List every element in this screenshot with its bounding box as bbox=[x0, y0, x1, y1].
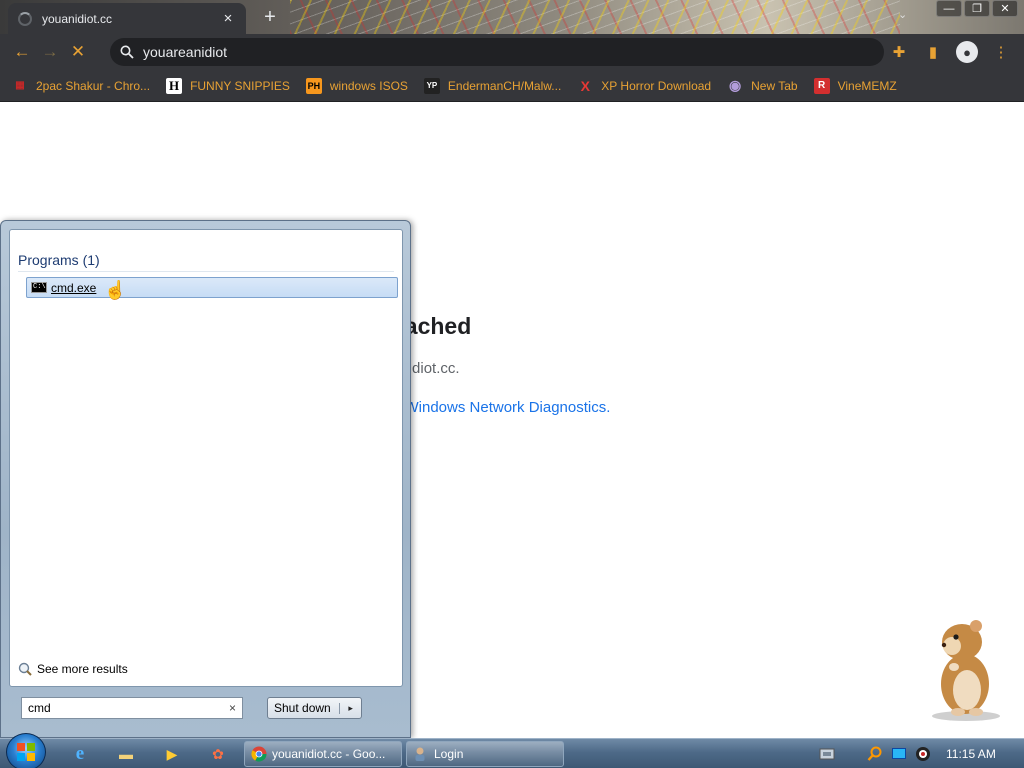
tab-title: youanidiot.cc bbox=[42, 11, 113, 26]
tray-app-icon[interactable] bbox=[914, 745, 932, 763]
minimize-button[interactable]: — bbox=[936, 0, 962, 17]
loading-spinner-icon bbox=[18, 11, 32, 26]
browser-titlebar: youanidiot.cc × + ⌄ — ❐ ✕ bbox=[0, 0, 1024, 34]
titlebar-theme-artwork bbox=[290, 0, 900, 34]
browser-tab[interactable]: youanidiot.cc × bbox=[8, 3, 246, 34]
windows-logo-icon bbox=[17, 743, 35, 761]
taskbar-item-label: youanidiot.cc - Goo... bbox=[272, 747, 386, 761]
bookmark-label: New Tab bbox=[751, 78, 798, 93]
taskbar-item-label: Login bbox=[434, 747, 464, 761]
program-result-cmd[interactable]: C:\ cmd.exe bbox=[26, 277, 398, 298]
hand-cursor-icon: ☝ bbox=[104, 280, 127, 300]
start-menu: Programs (1) C:\ cmd.exe ☝ See more resu… bbox=[0, 220, 411, 738]
shutdown-button[interactable]: Shut down ▸ bbox=[267, 697, 362, 719]
taskbar-item-chrome[interactable]: youanidiot.cc - Goo... bbox=[244, 741, 402, 767]
bookmark-label: 2pac Shakur - Chro... bbox=[36, 78, 151, 93]
forward-button[interactable]: → bbox=[36, 42, 64, 62]
game-app-icon[interactable]: ✿ bbox=[206, 742, 230, 766]
back-button[interactable]: ← bbox=[8, 42, 36, 62]
taskbar-item-login[interactable]: Login bbox=[406, 741, 564, 767]
login-icon bbox=[415, 747, 425, 761]
close-window-button[interactable]: ✕ bbox=[992, 0, 1018, 17]
yp-icon: YP bbox=[423, 77, 440, 94]
media-player-icon[interactable]: ▶ bbox=[160, 742, 184, 766]
tab-close-icon[interactable]: × bbox=[220, 10, 236, 27]
file-explorer-icon[interactable]: ▬ bbox=[114, 742, 138, 766]
hamster-mascot-icon bbox=[932, 620, 1000, 721]
tray-search-icon[interactable] bbox=[866, 745, 884, 763]
toolbar-actions: ✚ ▮ ● ⋮ bbox=[888, 41, 1012, 63]
tray-network-icon[interactable] bbox=[818, 745, 836, 763]
extensions-puzzle-icon[interactable]: ✚ bbox=[888, 41, 910, 63]
tab-search-chevron-icon[interactable]: ⌄ bbox=[898, 8, 907, 21]
bookmark-2pac[interactable]: ▦ 2pac Shakur - Chro... bbox=[12, 78, 150, 94]
address-bar[interactable] bbox=[110, 38, 884, 66]
gift-icon: ▦ bbox=[15, 80, 25, 91]
bookmark-endermanch[interactable]: YP EndermanCH/Malw... bbox=[423, 77, 562, 94]
programs-section-header: Programs (1) bbox=[18, 252, 394, 272]
taskbar-clock[interactable]: 11:15 AM bbox=[946, 747, 996, 761]
ph-icon: PH bbox=[305, 77, 322, 94]
browser-toolbar: ← → ✕ ✚ ▮ ● ⋮ bbox=[0, 34, 1024, 70]
bookmark-windows-isos[interactable]: PH windows ISOS bbox=[305, 77, 408, 94]
bookmark-label: windows ISOS bbox=[329, 78, 408, 93]
shutdown-options-arrow-icon[interactable]: ▸ bbox=[339, 702, 361, 714]
bookmark-label: VineMEMZ bbox=[837, 78, 897, 93]
internet-explorer-icon[interactable]: e bbox=[68, 742, 92, 766]
bookmark-label: FUNNY SNIPPIES bbox=[190, 78, 290, 93]
h-icon: H bbox=[166, 77, 183, 94]
start-orb-button[interactable] bbox=[6, 733, 46, 768]
start-search-input[interactable] bbox=[28, 701, 229, 715]
command-prompt-icon: C:\ bbox=[31, 282, 47, 293]
restore-button[interactable]: ❐ bbox=[964, 0, 990, 17]
shutdown-label: Shut down bbox=[274, 701, 331, 715]
bookmarks-bar: ▦ 2pac Shakur - Chro... H FUNNY SNIPPIES… bbox=[0, 70, 1024, 102]
new-tab-button[interactable]: + bbox=[260, 6, 280, 29]
window-controls: — ❐ ✕ bbox=[936, 0, 1018, 17]
bookmark-vinememz[interactable]: R VineMEMZ bbox=[813, 77, 897, 94]
see-more-results-link[interactable]: See more results bbox=[18, 662, 128, 676]
bookmark-xp-horror[interactable]: X XP Horror Download bbox=[577, 77, 712, 94]
start-menu-results-panel: Programs (1) C:\ cmd.exe ☝ See more resu… bbox=[9, 229, 403, 687]
profile-avatar-icon[interactable]: ● bbox=[956, 41, 978, 63]
see-more-label: See more results bbox=[37, 662, 128, 676]
windows-taskbar: e ▬ ▶ ✿ youanidiot.cc - Goo... Login 11:… bbox=[0, 733, 1024, 768]
program-result-label: cmd.exe bbox=[51, 280, 97, 295]
chrome-icon bbox=[251, 746, 267, 762]
start-search-box[interactable]: × bbox=[21, 697, 243, 719]
side-panel-icon[interactable]: ▮ bbox=[922, 41, 944, 63]
stop-loading-button[interactable]: ✕ bbox=[64, 42, 92, 62]
clear-search-icon[interactable]: × bbox=[229, 701, 236, 715]
bookmark-funny-snippies[interactable]: H FUNNY SNIPPIES bbox=[166, 77, 290, 94]
search-icon bbox=[120, 45, 134, 59]
r-icon: R bbox=[813, 77, 830, 94]
tray-display-icon[interactable] bbox=[890, 745, 908, 763]
address-input[interactable] bbox=[143, 44, 843, 60]
network-diagnostics-link[interactable]: g Windows Network Diagnostics. bbox=[392, 399, 610, 416]
x-icon: X bbox=[580, 77, 590, 94]
menu-kebab-icon[interactable]: ⋮ bbox=[990, 41, 1012, 63]
globe-icon: ◉ bbox=[729, 77, 742, 93]
bookmark-label: XP Horror Download bbox=[601, 78, 712, 93]
search-magnifier-icon bbox=[18, 662, 32, 676]
bookmark-new-tab[interactable]: ◉ New Tab bbox=[727, 77, 798, 94]
bookmark-label: EndermanCH/Malw... bbox=[447, 78, 562, 93]
